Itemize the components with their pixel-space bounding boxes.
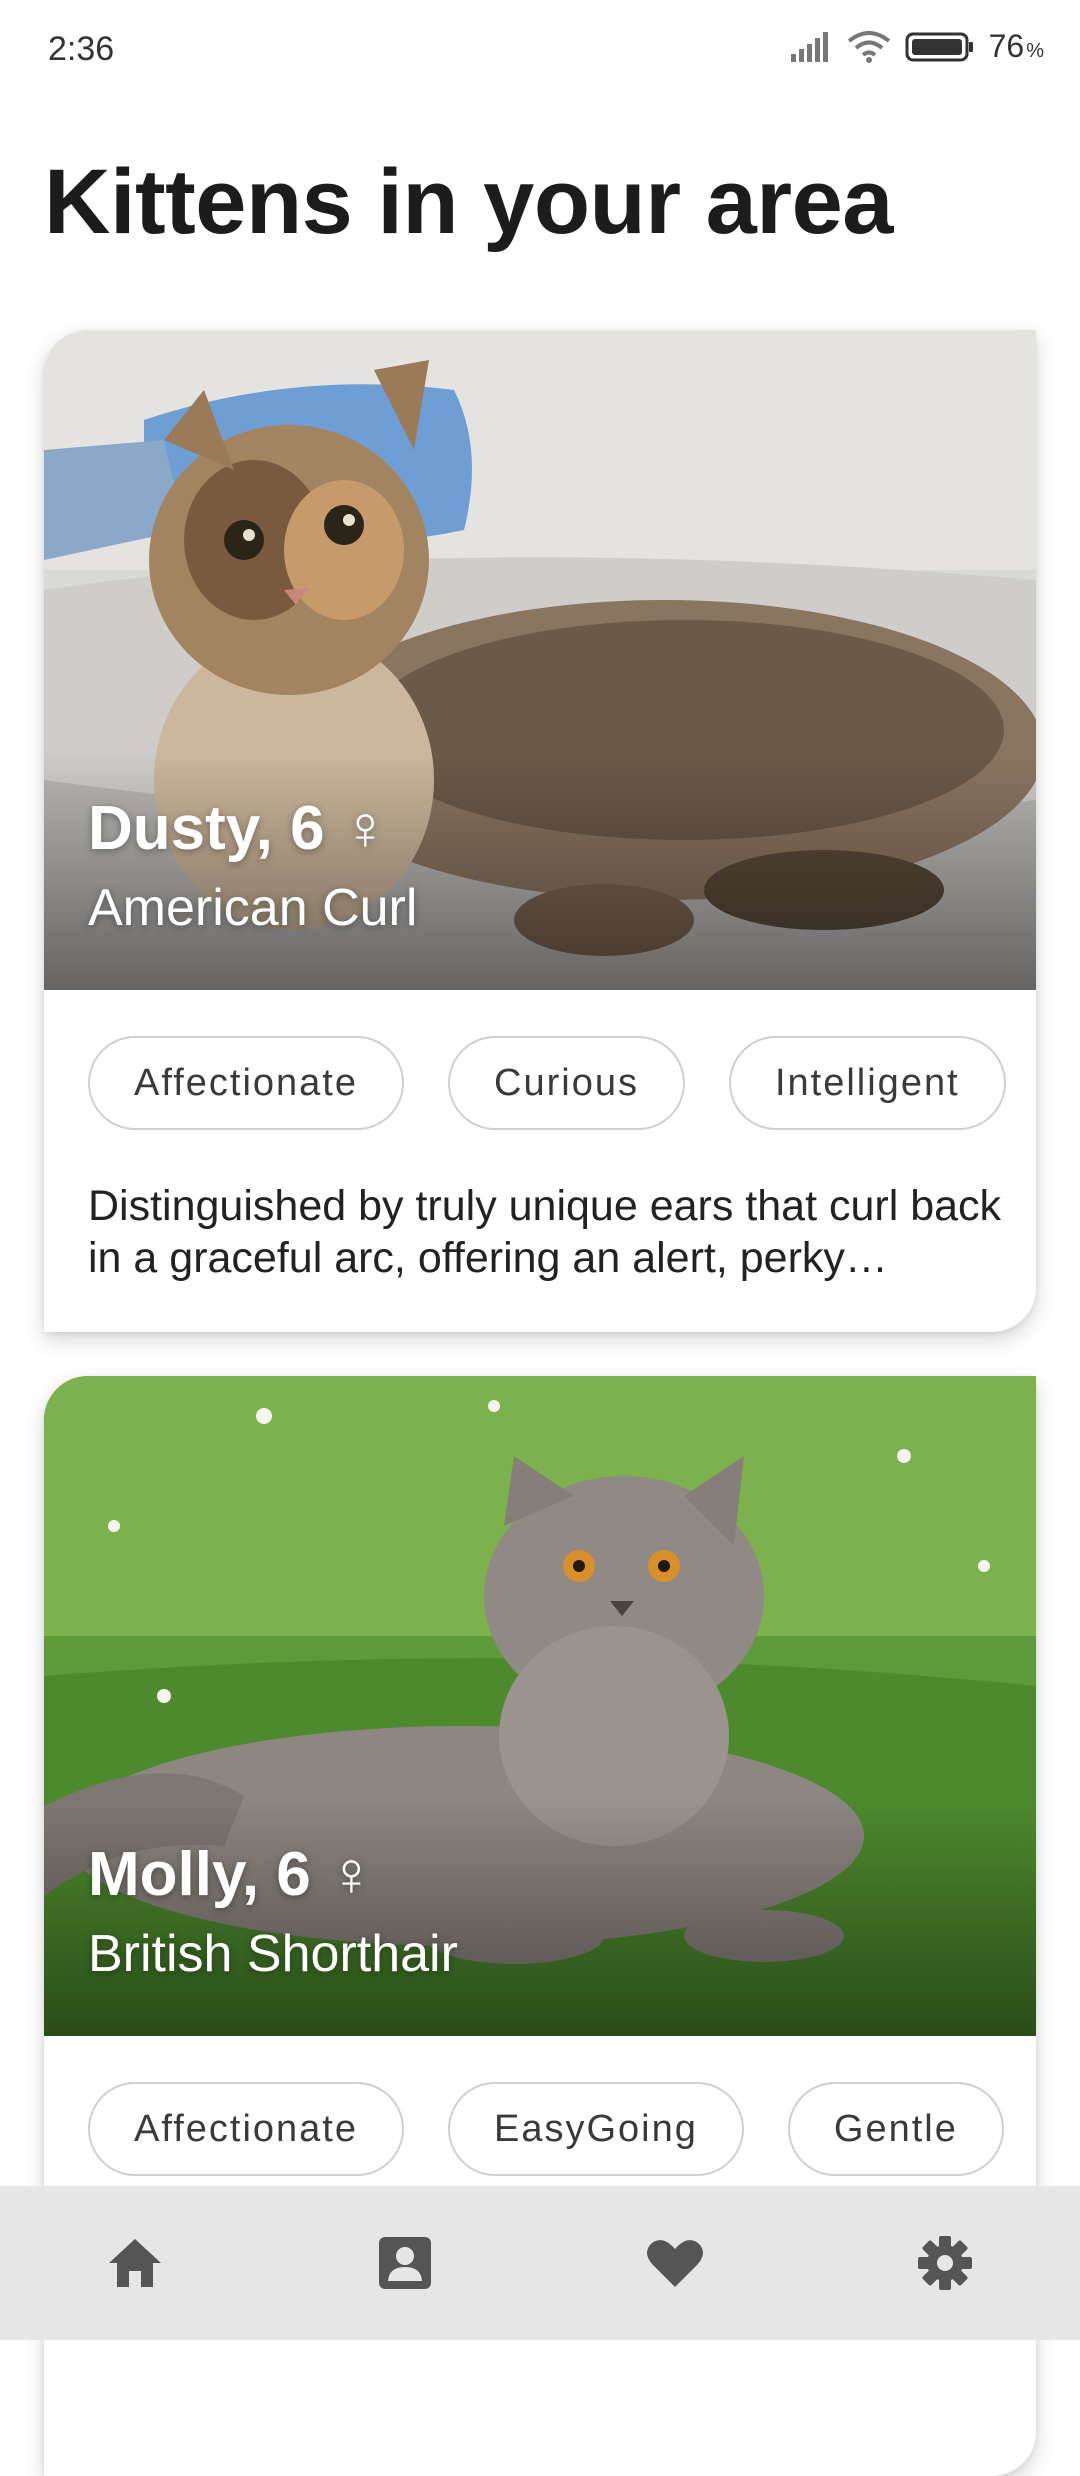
battery-icon [905, 32, 973, 61]
nav-profile-button[interactable] [345, 2203, 465, 2323]
kitten-breed: British Shorthair [88, 1925, 458, 1983]
tag-chip[interactable]: Curious [448, 1036, 685, 1130]
tag-chip[interactable]: EasyGoing [448, 2082, 744, 2176]
tag-list: Affectionate Curious Intelligent [88, 1036, 1006, 1130]
status-time: 2:36 [48, 30, 115, 68]
nav-favorites-button[interactable] [615, 2203, 735, 2323]
kitten-breed: American Curl [88, 879, 418, 937]
photo-gradient [44, 1796, 1036, 2036]
tag-chip[interactable]: Affectionate [88, 2082, 405, 2176]
home-icon [109, 2239, 161, 2287]
kitten-photo[interactable]: Molly, 6 ♀ British Shorthair [44, 1376, 1036, 2036]
heart-icon [647, 2240, 703, 2287]
page-title: Kittens in your area [44, 151, 893, 253]
tag-chip[interactable]: Gentle [787, 2082, 1004, 2176]
status-bar: 2:36 76% [0, 0, 1080, 104]
kitten-card[interactable]: Dusty, 6 ♀ American Curl Affectionate Cu… [44, 330, 1036, 1332]
status-icons: 76% [790, 28, 1044, 65]
tag-chip[interactable]: Affectionate [88, 1036, 405, 1130]
nav-settings-button[interactable] [885, 2203, 1005, 2323]
kitten-photo[interactable]: Dusty, 6 ♀ American Curl [44, 330, 1036, 990]
settings-icon [918, 2236, 972, 2290]
nav-home-button[interactable] [75, 2203, 195, 2323]
tag-chip[interactable]: Intelligent [728, 1036, 1006, 1130]
profile-icon [379, 2237, 431, 2289]
battery-percent: 76% [988, 28, 1044, 64]
kitten-name: Molly, 6 ♀ [88, 1840, 375, 1909]
bottom-navigation [0, 2186, 1080, 2340]
tag-list: Affectionate EasyGoing Gentle [88, 2082, 1004, 2176]
kitten-name: Dusty, 6 ♀ [88, 794, 389, 863]
wifi-icon [847, 30, 890, 63]
kitten-description: Distinguished by truly unique ears that … [88, 1182, 1002, 1282]
signal-icon [790, 31, 828, 62]
photo-gradient [44, 750, 1036, 990]
